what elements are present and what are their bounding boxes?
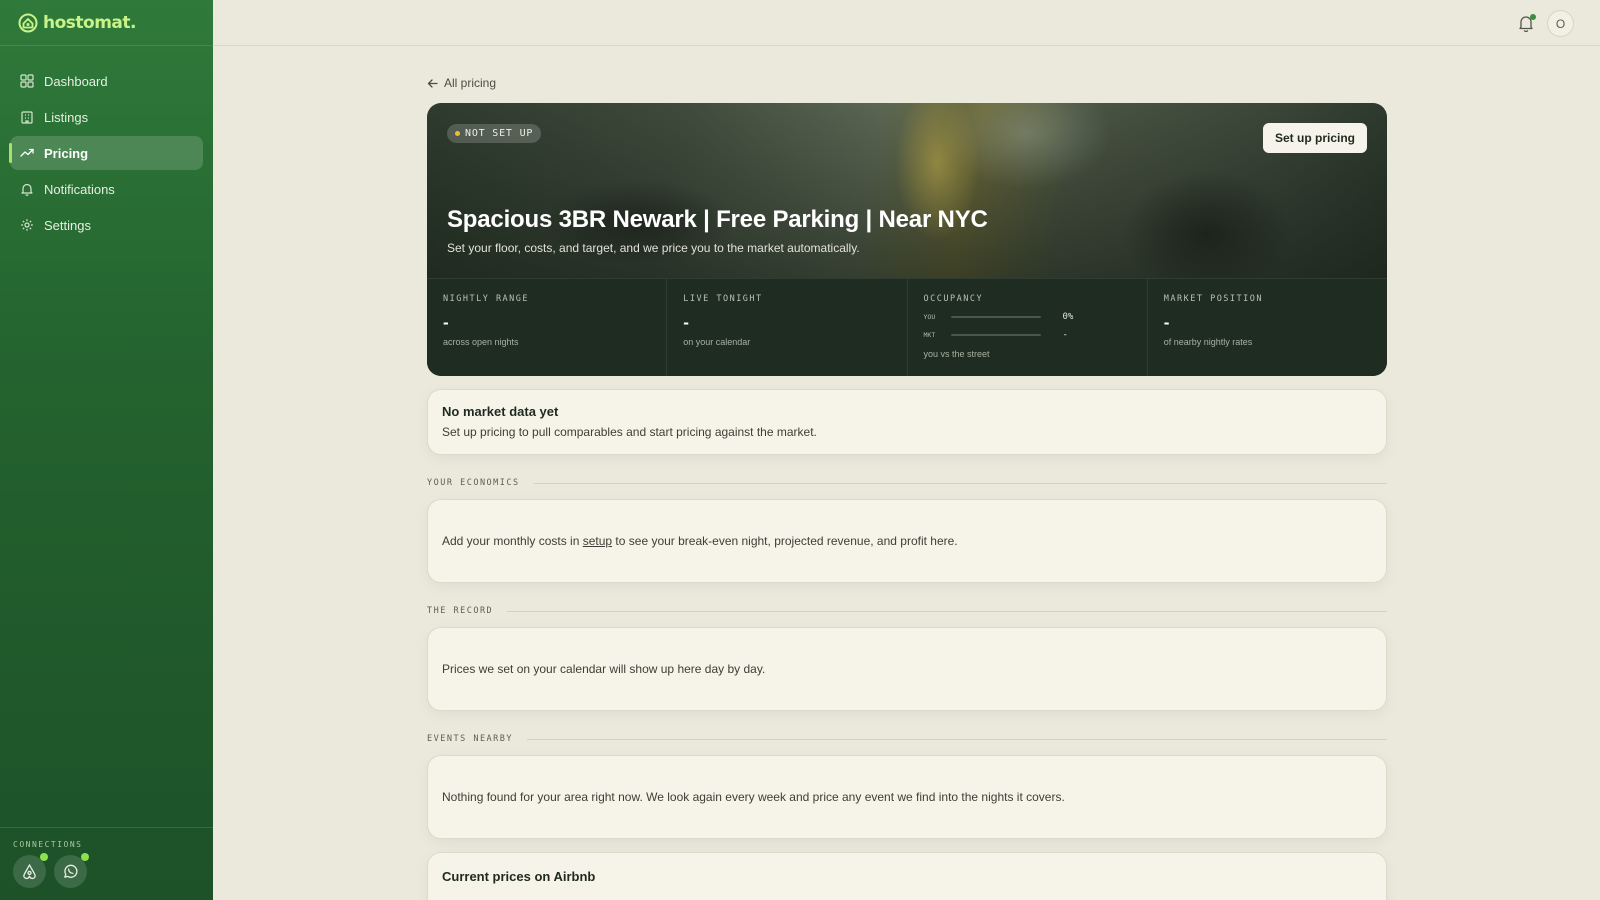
- stat-value: -: [683, 313, 689, 332]
- events-text: Nothing found for your area right now. W…: [442, 790, 1065, 804]
- occupancy-mkt-value: -: [1062, 330, 1068, 340]
- stat-label: LIVE TONIGHT: [683, 294, 763, 304]
- sidebar-item-pricing[interactable]: Pricing: [9, 136, 203, 170]
- section-divider: [507, 610, 1387, 612]
- setup-link[interactable]: setup: [583, 534, 612, 548]
- whatsapp-connection-button[interactable]: [54, 853, 89, 888]
- connected-status-dot: [81, 853, 89, 861]
- stat-live-tonight: LIVE TONIGHT - on your calendar: [667, 279, 908, 376]
- brand-name: hostomat.: [43, 12, 136, 33]
- stats-strip: NIGHTLY RANGE - across open nights LIVE …: [427, 278, 1387, 376]
- stat-note: on your calendar: [683, 337, 751, 347]
- occupancy-you-row: YOU 0%: [924, 312, 1131, 322]
- occupancy-mkt-bar: [950, 334, 1041, 336]
- stat-value: -: [443, 313, 449, 332]
- connections-label: CONNECTIONS: [13, 840, 83, 849]
- section-divider: [527, 738, 1387, 740]
- sidebar-nav: Dashboard Listings Pricing Notifications: [0, 46, 213, 242]
- sidebar-item-label: Listings: [44, 109, 89, 125]
- connected-status-dot: [40, 853, 48, 861]
- economics-text-after: to see your break-even night, projected …: [612, 534, 958, 548]
- status-dot: [455, 131, 460, 136]
- stat-occupancy: OCCUPANCY YOU 0% MKT - you vs the street: [908, 279, 1148, 376]
- no-market-data-text: Set up pricing to pull comparables and s…: [442, 425, 817, 439]
- sidebar-item-notifications[interactable]: Notifications: [10, 172, 203, 206]
- occupancy-you-label: YOU: [923, 313, 936, 321]
- airbnb-prices-card: Current prices on Airbnb: [427, 852, 1387, 900]
- sidebar-item-settings[interactable]: Settings: [10, 208, 203, 242]
- stat-note: of nearby nightly rates: [1163, 337, 1253, 347]
- trend-up-icon: [20, 148, 34, 157]
- economics-text-before: Add your monthly costs in: [442, 534, 583, 548]
- listing-title: Spacious 3BR Newark | Free Parking | Nea…: [447, 206, 988, 233]
- occupancy-you-value: 0%: [1062, 312, 1074, 322]
- back-link[interactable]: All pricing: [427, 74, 1387, 92]
- set-up-pricing-button[interactable]: Set up pricing: [1262, 123, 1367, 153]
- airbnb-prices-title: Current prices on Airbnb: [442, 869, 596, 884]
- record-text: Prices we set on your calendar will show…: [442, 662, 766, 676]
- back-link-label: All pricing: [444, 76, 497, 90]
- notification-dot: [1530, 14, 1536, 20]
- stat-market-position: MARKET POSITION - of nearby nightly rate…: [1148, 279, 1387, 376]
- record-card: Prices we set on your calendar will show…: [427, 627, 1387, 711]
- connections-panel: CONNECTIONS: [0, 827, 213, 900]
- section-header-record: THE RECORD: [427, 606, 1387, 616]
- sidebar-item-dashboard[interactable]: Dashboard: [10, 64, 203, 98]
- section-divider: [533, 482, 1387, 484]
- sidebar: hostomat. Dashboard Listings Pricing Not…: [0, 0, 213, 900]
- stat-nightly-range: NIGHTLY RANGE - across open nights: [427, 279, 668, 376]
- status-badge: NOT SET UP: [447, 124, 542, 143]
- main-content: All pricing NOT SET UP Set up pricing Sp…: [427, 46, 1387, 900]
- section-header-events: EVENTS NEARBY: [427, 734, 1387, 744]
- occupancy-you-bar: [950, 316, 1041, 318]
- sidebar-item-label: Notifications: [44, 181, 115, 197]
- airbnb-connection-button[interactable]: [13, 853, 48, 888]
- section-label: YOUR ECONOMICS: [427, 478, 520, 488]
- bell-icon: [21, 183, 33, 196]
- section-label: EVENTS NEARBY: [427, 734, 514, 744]
- no-market-data-title: No market data yet: [442, 404, 559, 419]
- whatsapp-icon: [64, 864, 78, 878]
- stat-label: MARKET POSITION: [1163, 294, 1264, 304]
- stat-value: -: [1163, 313, 1170, 332]
- occupancy-mkt-label: MKT: [923, 331, 936, 339]
- status-badge-text: NOT SET UP: [465, 128, 534, 139]
- arrow-left-icon: [427, 78, 438, 88]
- sidebar-item-listings[interactable]: Listings: [10, 100, 203, 134]
- sidebar-item-label: Dashboard: [44, 73, 108, 89]
- occupancy-mkt-row: MKT -: [924, 330, 1131, 340]
- top-bar: O: [213, 0, 1600, 46]
- brand-logo[interactable]: hostomat.: [0, 0, 213, 46]
- stat-label: NIGHTLY RANGE: [443, 294, 530, 304]
- grid-icon: [20, 74, 34, 88]
- stat-note: you vs the street: [923, 349, 990, 359]
- logo-icon: [18, 13, 38, 32]
- stat-note: across open nights: [443, 337, 519, 347]
- stat-label: OCCUPANCY: [923, 294, 984, 304]
- section-header-economics: YOUR ECONOMICS: [427, 478, 1387, 488]
- no-market-data-card: No market data yet Set up pricing to pul…: [427, 389, 1387, 455]
- sidebar-item-label: Settings: [44, 217, 91, 233]
- airbnb-icon: [23, 864, 36, 880]
- gear-icon: [21, 219, 33, 231]
- listing-hero: NOT SET UP Set up pricing Spacious 3BR N…: [427, 103, 1387, 376]
- listing-subtitle: Set your floor, costs, and target, and w…: [447, 241, 860, 255]
- user-avatar[interactable]: O: [1547, 10, 1574, 37]
- building-icon: [21, 111, 33, 124]
- economics-card: Add your monthly costs in setup to see y…: [427, 499, 1387, 583]
- sidebar-item-label: Pricing: [44, 145, 89, 161]
- events-card: Nothing found for your area right now. W…: [427, 755, 1387, 839]
- section-label: THE RECORD: [427, 606, 494, 616]
